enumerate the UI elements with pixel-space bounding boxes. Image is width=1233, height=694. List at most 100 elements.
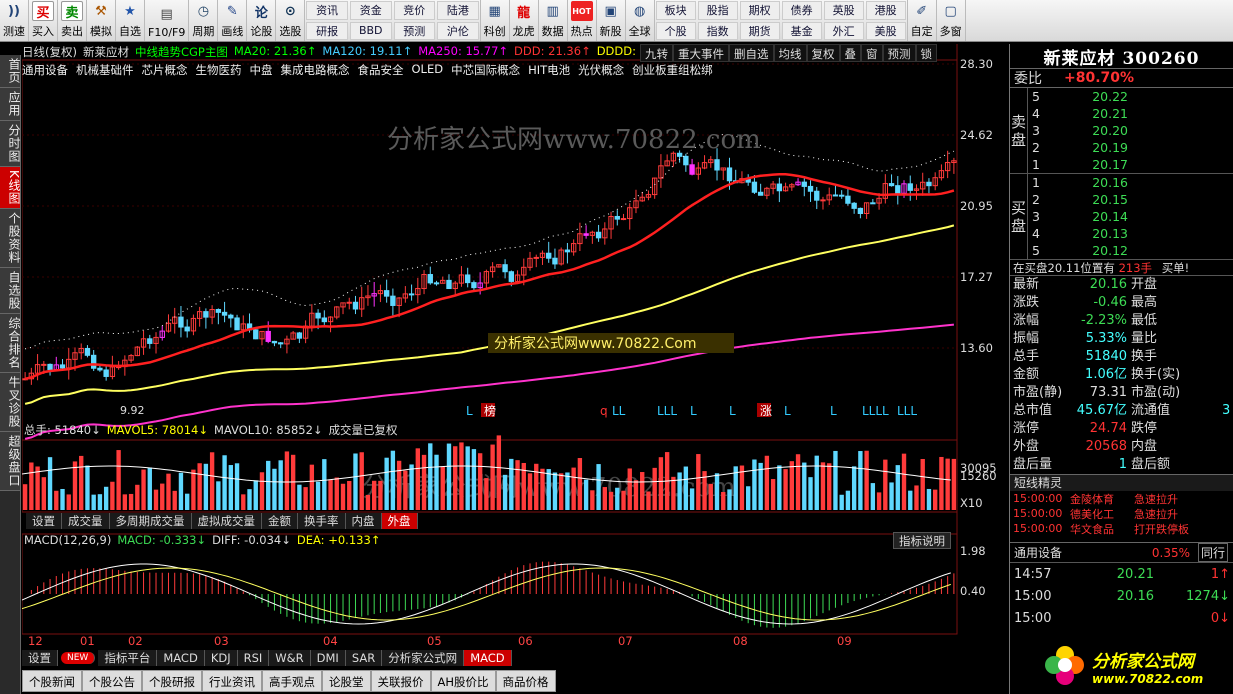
alert-item[interactable]: 15:00:00 华文食品 打开跌停板 bbox=[1010, 521, 1233, 536]
left-tab[interactable]: 应用 bbox=[0, 88, 21, 121]
chart-button[interactable]: 窗 bbox=[861, 44, 883, 62]
toolbar-wifi-button[interactable]: )) 测速 bbox=[0, 0, 29, 41]
order-level[interactable]: 5 20.22 bbox=[1028, 88, 1233, 105]
news-tab[interactable]: 关联报价 bbox=[370, 670, 431, 692]
indicator-tab[interactable]: SAR bbox=[345, 650, 383, 666]
toolbar-grid-item[interactable]: 个股 bbox=[655, 21, 696, 40]
new-badge[interactable]: NEW bbox=[61, 652, 96, 664]
concept-tag[interactable]: 芯片概念 bbox=[142, 62, 188, 78]
toolbar-grid-item[interactable]: 英股 bbox=[823, 1, 864, 20]
alert-item[interactable]: 15:00:00 金陵体育 急速拉升 bbox=[1010, 491, 1233, 506]
volume-tab[interactable]: 换手率 bbox=[298, 513, 346, 529]
news-tab[interactable]: 行业资讯 bbox=[202, 670, 262, 692]
concept-tag[interactable]: 光伏概念 bbox=[578, 62, 624, 78]
toolbar-grid-item[interactable]: 美股 bbox=[865, 21, 906, 40]
toolbar-买-button[interactable]: 买买入 bbox=[29, 0, 58, 41]
order-level[interactable]: 2 20.15 bbox=[1028, 191, 1233, 208]
concept-tag[interactable]: HIT电池 bbox=[528, 62, 570, 78]
concept-tag[interactable]: 生物医药 bbox=[196, 62, 242, 78]
chart-button[interactable]: 删自选 bbox=[729, 44, 774, 62]
peer-button[interactable]: 同行 bbox=[1198, 543, 1229, 562]
news-tab[interactable]: AH股价比 bbox=[430, 670, 496, 692]
order-level[interactable]: 1 20.17 bbox=[1028, 156, 1233, 173]
volume-tab[interactable]: 外盘 bbox=[381, 513, 418, 529]
toolbar-grid-item[interactable]: 股指 bbox=[697, 1, 738, 20]
order-level[interactable]: 3 20.20 bbox=[1028, 122, 1233, 139]
indicator-tab[interactable]: 分析家公式网 bbox=[382, 650, 465, 666]
volume-tab[interactable]: 多周期成交量 bbox=[109, 513, 192, 529]
left-tab[interactable]: 首页 bbox=[0, 55, 21, 88]
chart-button[interactable]: 锁 bbox=[915, 44, 937, 62]
toolbar-grid-item[interactable]: BBD bbox=[349, 21, 392, 40]
concept-tag[interactable]: 中芯国际概念 bbox=[451, 62, 520, 78]
toolbar-win-button[interactable]: ▢ 多窗 bbox=[937, 0, 966, 41]
toolbar-grid-item[interactable]: 沪伦 bbox=[437, 21, 479, 40]
toolbar-search-button[interactable]: ⊙ 选股 bbox=[276, 0, 306, 41]
indicator-tab[interactable]: RSI bbox=[237, 650, 270, 666]
toolbar-clock-button[interactable]: ◷ 周期 bbox=[189, 0, 219, 41]
toolbar-grid-item[interactable]: 债券 bbox=[781, 1, 822, 20]
indicator-tab[interactable]: KDJ bbox=[204, 650, 238, 666]
concept-tag[interactable]: 中盘 bbox=[250, 62, 273, 78]
toolbar-grid-item[interactable]: 港股 bbox=[865, 1, 906, 20]
chart-button[interactable]: 预测 bbox=[882, 44, 916, 62]
chart-button[interactable]: 九转 bbox=[640, 44, 673, 62]
news-tab[interactable]: 高手观点 bbox=[262, 670, 322, 692]
left-tab[interactable]: 超级盘口 bbox=[0, 431, 21, 491]
indicator-tab[interactable]: MACD bbox=[464, 650, 512, 666]
order-level[interactable]: 4 20.13 bbox=[1028, 225, 1233, 242]
concept-tag[interactable]: 创业板重组松绑 bbox=[632, 62, 713, 78]
concept-tag[interactable]: 集成电路概念 bbox=[281, 62, 350, 78]
volume-tab[interactable]: 设置 bbox=[26, 513, 62, 529]
chart-button[interactable]: 复权 bbox=[806, 44, 840, 62]
toolbar-卖-button[interactable]: 卖卖出 bbox=[58, 0, 87, 41]
left-tab[interactable]: 牛叉诊股 bbox=[0, 372, 21, 432]
toolbar-pen-button[interactable]: ✎ 画线 bbox=[218, 0, 248, 41]
order-level[interactable]: 4 20.21 bbox=[1028, 105, 1233, 122]
indicator-tab[interactable]: 设置 bbox=[22, 650, 58, 666]
volume-tab[interactable]: 内盘 bbox=[345, 513, 382, 529]
volume-tab[interactable]: 虚拟成交量 bbox=[191, 513, 262, 529]
concept-tag[interactable]: 通用设备 bbox=[22, 62, 68, 78]
order-level[interactable]: 1 20.16 bbox=[1028, 174, 1233, 191]
toolbar-chart-button[interactable]: ▦ 科创 bbox=[481, 0, 510, 41]
left-tab[interactable]: 个股资料 bbox=[0, 208, 21, 268]
toolbar-hot-button[interactable]: HOT 热点 bbox=[568, 0, 597, 41]
toolbar-star-button[interactable]: ★ 自选 bbox=[116, 0, 145, 41]
toolbar-grid-item[interactable]: 竞价 bbox=[393, 1, 436, 20]
toolbar-grid-item[interactable]: 研报 bbox=[306, 21, 348, 40]
toolbar-grid-item[interactable]: 指数 bbox=[697, 21, 738, 40]
toolbar-hammer-button[interactable]: ⚒ 模拟 bbox=[87, 0, 116, 41]
indicator-tab[interactable]: 指标平台 bbox=[98, 650, 158, 666]
toolbar-globe-button[interactable]: ◍ 全球 bbox=[626, 0, 655, 41]
toolbar-data-button[interactable]: ▥ 数据 bbox=[539, 0, 568, 41]
toolbar-grid-item[interactable]: 板块 bbox=[655, 1, 696, 20]
news-tab[interactable]: 个股研报 bbox=[142, 670, 202, 692]
toolbar-grid-item[interactable]: 资金 bbox=[349, 1, 392, 20]
chart-button[interactable]: 重大事件 bbox=[673, 44, 729, 62]
order-level[interactable]: 2 20.19 bbox=[1028, 139, 1233, 156]
left-tab[interactable]: 分时图 bbox=[0, 121, 21, 167]
volume-tab[interactable]: 金额 bbox=[262, 513, 298, 529]
chart-button[interactable]: 均线 bbox=[773, 44, 807, 62]
left-tab[interactable]: K线图 bbox=[0, 167, 21, 209]
toolbar-grid-item[interactable]: 外汇 bbox=[823, 21, 864, 40]
indicator-tab[interactable]: DMI bbox=[310, 650, 346, 666]
left-tab[interactable]: 自选股 bbox=[0, 267, 21, 314]
toolbar-grid-item[interactable]: 陆港 bbox=[437, 1, 479, 20]
news-tab[interactable]: 个股新闻 bbox=[22, 670, 82, 692]
news-tab[interactable]: 论股堂 bbox=[322, 670, 371, 692]
kline-chart-area[interactable]: 28.30 24.62 20.95 17.27 13.60 9.92 分析家公式网www.7… bbox=[22, 44, 1007, 650]
indicator-tab[interactable]: MACD bbox=[157, 650, 205, 666]
toolbar-grid-item[interactable]: 预测 bbox=[393, 21, 436, 40]
chart-button[interactable]: 叠 bbox=[839, 44, 861, 62]
toolbar-new-button[interactable]: ▣ 新股 bbox=[597, 0, 626, 41]
toolbar-custom-button[interactable]: ✐ 自定 bbox=[908, 0, 937, 41]
toolbar-grid-item[interactable]: 期货 bbox=[739, 21, 780, 40]
volume-tab[interactable]: 成交量 bbox=[62, 513, 110, 529]
toolbar-grid-item[interactable]: 资讯 bbox=[306, 1, 348, 20]
short-line-alerts[interactable]: 15:00:00 金陵体育 急速拉升 15:00:00 德美化工 急速拉升 15:00:00… bbox=[1010, 491, 1233, 536]
alert-item[interactable]: 15:00:00 德美化工 急速拉升 bbox=[1010, 506, 1233, 521]
toolbar-grid-item[interactable]: 期权 bbox=[739, 1, 780, 20]
news-tab[interactable]: 个股公告 bbox=[82, 670, 142, 692]
